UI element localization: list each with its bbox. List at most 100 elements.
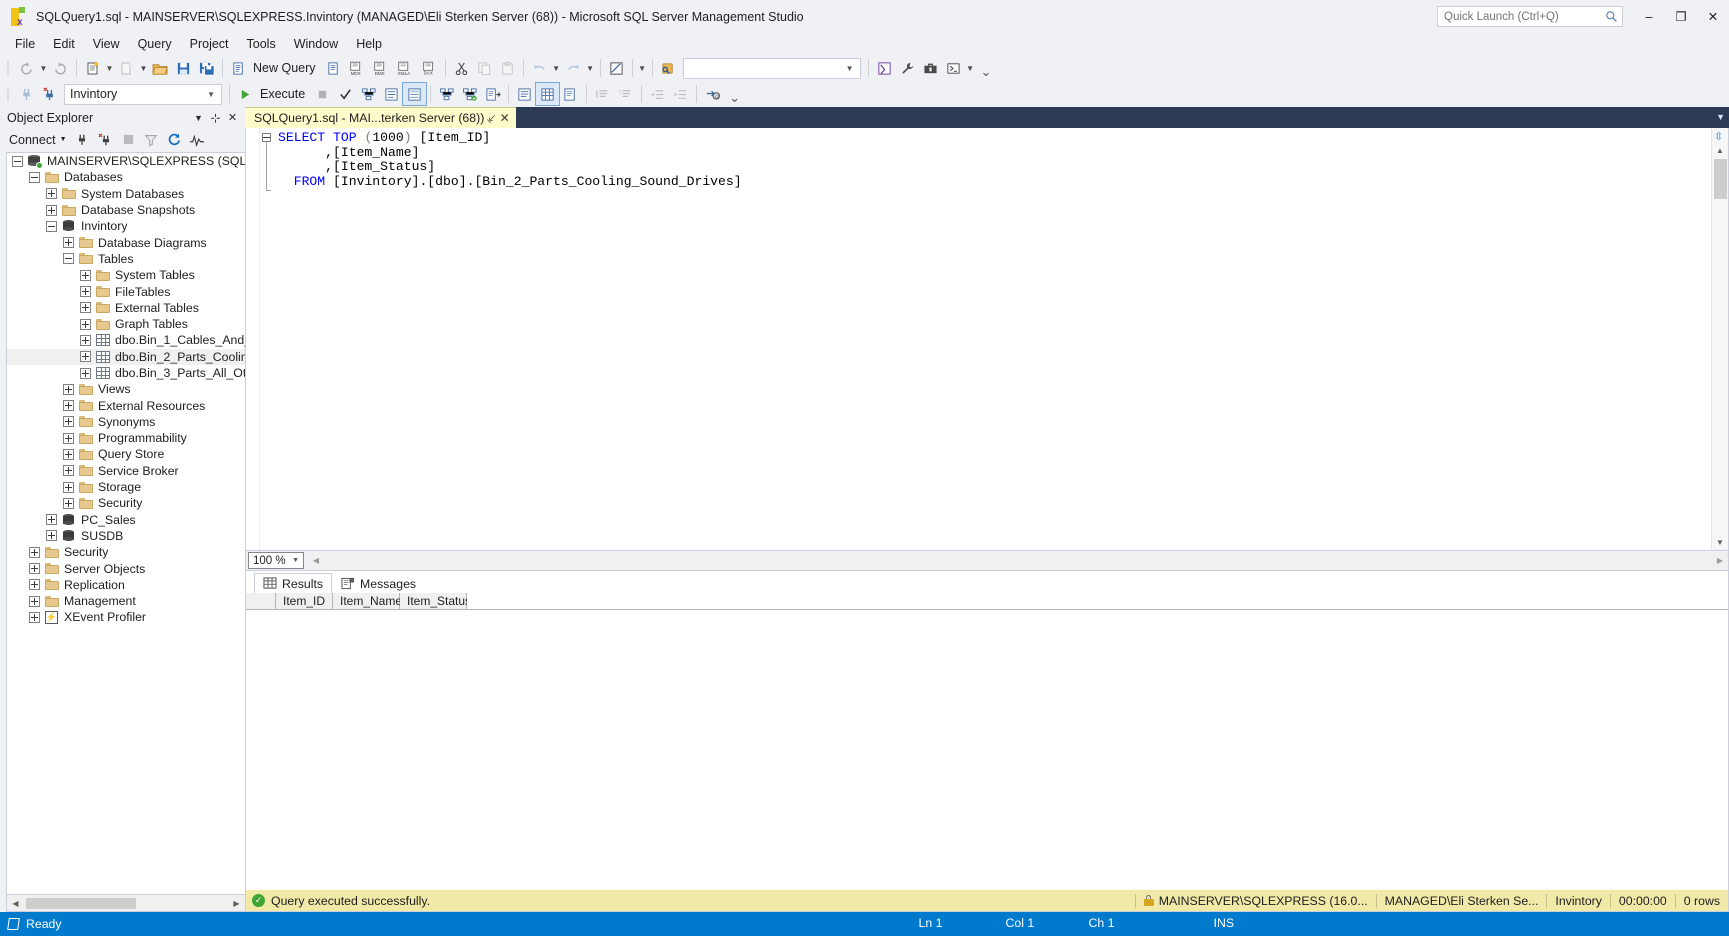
undo-caret-icon[interactable]: ▼ [551,64,562,73]
tree-node[interactable]: SUSDB [7,528,245,544]
query-options-icon[interactable] [435,83,458,105]
sql-editor[interactable]: SELECT TOP (1000) [Item_ID] ,[Item_Name]… [245,128,1729,571]
include-live-plan-icon[interactable] [458,83,481,105]
refresh-icon[interactable] [164,130,185,150]
uncomment-icon[interactable]: ? [614,83,637,105]
tree-node[interactable]: Database Diagrams [7,234,245,250]
scroll-right-icon[interactable]: ▶ [1712,553,1728,568]
menu-view[interactable]: View [84,35,129,53]
tree-node[interactable]: Invintory [7,218,245,234]
execute-label[interactable]: Execute [257,87,311,101]
menu-file[interactable]: File [6,35,44,53]
chevron-down-icon[interactable]: ▼ [292,557,299,564]
scroll-left-icon[interactable]: ◀ [308,553,324,568]
increase-indent-icon[interactable] [669,83,692,105]
expand-node-icon[interactable] [80,302,91,314]
cut-icon[interactable] [450,57,473,79]
new-item-caret-icon[interactable]: ▼ [138,64,149,73]
pin-icon[interactable]: ⊹ [207,109,224,126]
find-icon[interactable] [657,57,680,79]
expand-node-icon[interactable] [63,432,74,444]
toolbar-grip[interactable] [4,59,13,77]
tree-node[interactable]: Databases [7,169,245,185]
include-actual-plan-icon[interactable] [380,83,403,105]
comment-icon[interactable] [591,83,614,105]
navigate-back-caret-icon[interactable]: ▼ [38,64,49,73]
tree-node[interactable]: dbo.Bin_1_Cables_And_A [7,332,245,348]
activity-monitor-icon[interactable] [187,130,208,150]
tree-node[interactable]: Graph Tables [7,316,245,332]
pin-icon[interactable]: ⤓ [485,111,499,125]
navigate-forward-icon[interactable] [49,57,72,79]
expand-node-icon[interactable] [63,481,74,493]
expand-node-icon[interactable] [46,530,57,542]
expand-node-icon[interactable] [80,334,91,346]
results-grid[interactable]: Item_ID Item_Name Item_Status [246,593,1728,890]
expand-node-icon[interactable] [29,611,40,623]
menu-window[interactable]: Window [285,35,347,53]
tree-node[interactable]: ⚡ XEvent Profiler [7,609,245,625]
close-button[interactable]: ✕ [1697,3,1729,31]
parse-check-icon[interactable] [334,83,357,105]
expand-node-icon[interactable] [29,579,40,591]
menu-query[interactable]: Query [129,35,181,53]
expand-node-icon[interactable] [63,497,74,509]
quick-launch-box[interactable] [1437,6,1623,27]
new-query-button[interactable] [227,57,250,79]
wrench-icon[interactable] [896,57,919,79]
tree-node[interactable]: Replication [7,577,245,593]
results-to-file-icon[interactable] [481,83,504,105]
sql-editor-surface[interactable]: SELECT TOP (1000) [Item_ID] ,[Item_Name]… [246,128,1728,550]
grid-column-header[interactable]: Item_Name [333,593,402,610]
tree-node[interactable]: Programmability [7,430,245,446]
powershell-caret-icon[interactable]: ▼ [965,64,976,73]
toolbar-overflow-caret-icon[interactable]: ▼ [637,64,648,73]
panel-menu-chevron-down-icon[interactable]: ▼ [190,109,207,126]
toolbox-icon[interactable] [919,57,942,79]
chevron-down-icon[interactable]: ▼ [207,90,215,99]
new-query-label[interactable]: New Query [250,61,322,75]
tree-node[interactable]: Security [7,544,245,560]
quick-launch-input[interactable] [1444,10,1605,23]
close-icon[interactable]: ✕ [500,111,510,125]
menu-help[interactable]: Help [347,35,391,53]
stop-icon[interactable] [118,130,139,150]
expand-node-icon[interactable] [46,204,57,216]
expand-node-icon[interactable] [63,465,74,477]
expand-node-icon[interactable] [46,188,57,200]
new-xmla-query-icon[interactable]: XMLA [393,57,418,79]
expand-node-icon[interactable] [63,416,74,428]
filter-icon[interactable] [141,130,162,150]
database-combo[interactable]: Invintory ▼ [64,83,222,105]
collapse-node-icon[interactable] [63,253,74,265]
new-project-icon[interactable] [81,57,104,79]
editor-vscrollbar[interactable]: ⇳ ▲ ▼ [1711,128,1728,550]
tree-node[interactable]: PC_Sales [7,512,245,528]
grid-column-header[interactable]: Item_ID [276,593,333,610]
tree-node[interactable]: MAINSERVER\SQLEXPRESS (SQL Server [7,153,245,169]
tree-node[interactable]: Management [7,593,245,609]
expand-node-icon[interactable] [80,286,91,298]
menu-tools[interactable]: Tools [238,35,285,53]
tree-node[interactable]: Views [7,381,245,397]
object-explorer-hscrollbar[interactable]: ◀ ▶ [6,895,245,912]
object-explorer-tree[interactable]: MAINSERVER\SQLEXPRESS (SQL ServerDatabas… [6,152,245,895]
tree-node[interactable]: Tables [7,251,245,267]
close-icon[interactable]: ✕ [224,109,241,126]
results-to-report-icon[interactable] [559,83,582,105]
vscroll-thumb[interactable] [1714,159,1727,199]
tab-results[interactable]: Results [254,573,333,593]
window-layout-icon[interactable] [605,57,628,79]
expand-node-icon[interactable] [80,367,91,379]
powershell-icon[interactable] [942,57,965,79]
hscroll-track[interactable] [24,896,228,911]
disconnect-plug-icon[interactable] [95,130,116,150]
tree-node[interactable]: Query Store [7,446,245,462]
redo-icon[interactable] [562,57,585,79]
expand-node-icon[interactable] [80,318,91,330]
scroll-down-icon[interactable]: ▼ [1713,535,1728,550]
expand-node-icon[interactable] [80,269,91,281]
expand-node-icon[interactable] [63,448,74,460]
toolbar-overflow-icon[interactable]: ⌄ [976,64,997,80]
collapse-node-icon[interactable] [29,171,40,183]
